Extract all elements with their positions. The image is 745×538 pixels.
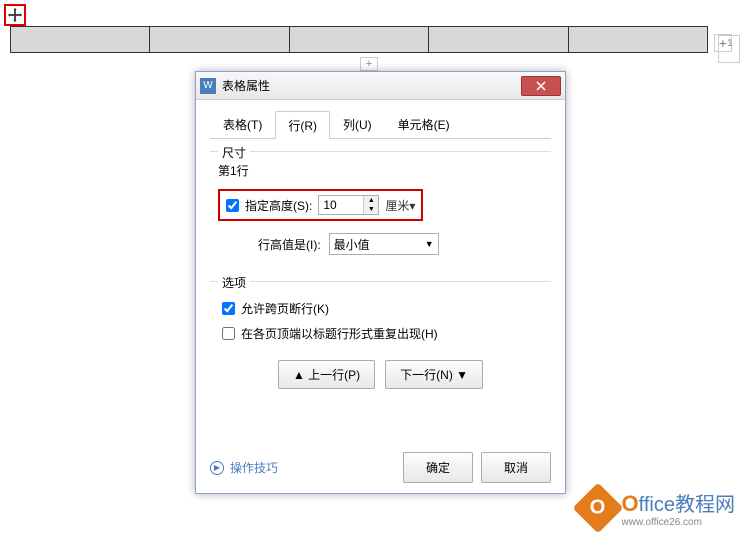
options-group: 选项 允许跨页断行(K) 在各页顶端以标题行形式重复出现(H) ▲ 上一行(P)…: [210, 281, 551, 403]
specify-height-label: 指定高度(S):: [245, 197, 312, 214]
dialog-footer: ▶ 操作技巧 确定 取消: [210, 452, 551, 483]
tab-bar: 表格(T) 行(R) 列(U) 单元格(E): [210, 110, 551, 139]
tab-table[interactable]: 表格(T): [210, 110, 275, 138]
row-height-mode-row: 行高值是(I): 最小值 ▼: [218, 233, 543, 255]
table-cell[interactable]: [568, 27, 707, 53]
watermark-text: Office教程网 www.office26.com: [622, 488, 735, 528]
watermark: O Office教程网 www.office26.com: [580, 488, 735, 528]
size-group: 尺寸 第1行 指定高度(S): ▲ ▼ 厘米▾ 行高值是(I):: [210, 151, 551, 269]
document-table[interactable]: [10, 26, 708, 53]
watermark-url: www.office26.com: [622, 517, 735, 528]
ok-button[interactable]: 确定: [403, 452, 473, 483]
row-height-mode-select[interactable]: 最小值 ▼: [329, 233, 439, 255]
allow-break-checkbox[interactable]: [222, 302, 235, 315]
row-height-is-label: 行高值是(I):: [258, 236, 321, 253]
row-number-label: 第1行: [218, 162, 543, 179]
cancel-button[interactable]: 取消: [481, 452, 551, 483]
table-properties-dialog: W 表格属性 表格(T) 行(R) 列(U) 单元格(E) 尺寸 第1行 指定高…: [195, 71, 566, 494]
table-row: [11, 27, 708, 53]
table-cell[interactable]: [289, 27, 428, 53]
table-move-handle[interactable]: [4, 4, 26, 26]
repeat-header-label: 在各页顶端以标题行形式重复出现(H): [241, 325, 438, 342]
dialog-title: 表格属性: [222, 77, 521, 94]
add-row-button[interactable]: +: [360, 57, 378, 71]
select-value: 最小值: [334, 236, 370, 253]
watermark-icon: O: [572, 483, 623, 534]
tab-row[interactable]: 行(R): [275, 111, 330, 139]
unit-selector[interactable]: 厘米▾: [385, 197, 415, 214]
close-icon: [536, 81, 546, 91]
chevron-down-icon: ▼: [425, 239, 434, 249]
spinner-up[interactable]: ▲: [364, 196, 378, 205]
app-icon: W: [200, 78, 216, 94]
specify-height-checkbox[interactable]: [226, 199, 239, 212]
table-cell[interactable]: [150, 27, 289, 53]
options-group-label: 选项: [218, 274, 250, 291]
prev-row-button[interactable]: ▲ 上一行(P): [278, 360, 375, 389]
tips-label: 操作技巧: [230, 459, 278, 476]
height-input[interactable]: [319, 196, 363, 214]
dialog-body: 表格(T) 行(R) 列(U) 单元格(E) 尺寸 第1行 指定高度(S): ▲…: [196, 100, 565, 413]
spinner-down[interactable]: ▼: [364, 205, 378, 214]
repeat-header-checkbox[interactable]: [222, 327, 235, 340]
close-button[interactable]: [521, 76, 561, 96]
dialog-titlebar[interactable]: W 表格属性: [196, 72, 565, 100]
move-icon: [8, 8, 22, 22]
height-spinner: ▲ ▼: [318, 195, 379, 215]
tab-cell[interactable]: 单元格(E): [385, 110, 463, 138]
table-cell[interactable]: [11, 27, 150, 53]
play-icon: ▶: [210, 461, 224, 475]
table-cell[interactable]: [429, 27, 568, 53]
ruler-marker: ‹ 1: [718, 35, 740, 63]
allow-break-label: 允许跨页断行(K): [241, 300, 329, 317]
tab-column[interactable]: 列(U): [330, 110, 385, 138]
tips-link[interactable]: ▶ 操作技巧: [210, 459, 278, 476]
next-row-button[interactable]: 下一行(N) ▼: [385, 360, 483, 389]
size-group-label: 尺寸: [218, 144, 250, 161]
height-highlight: 指定高度(S): ▲ ▼ 厘米▾: [218, 189, 423, 221]
